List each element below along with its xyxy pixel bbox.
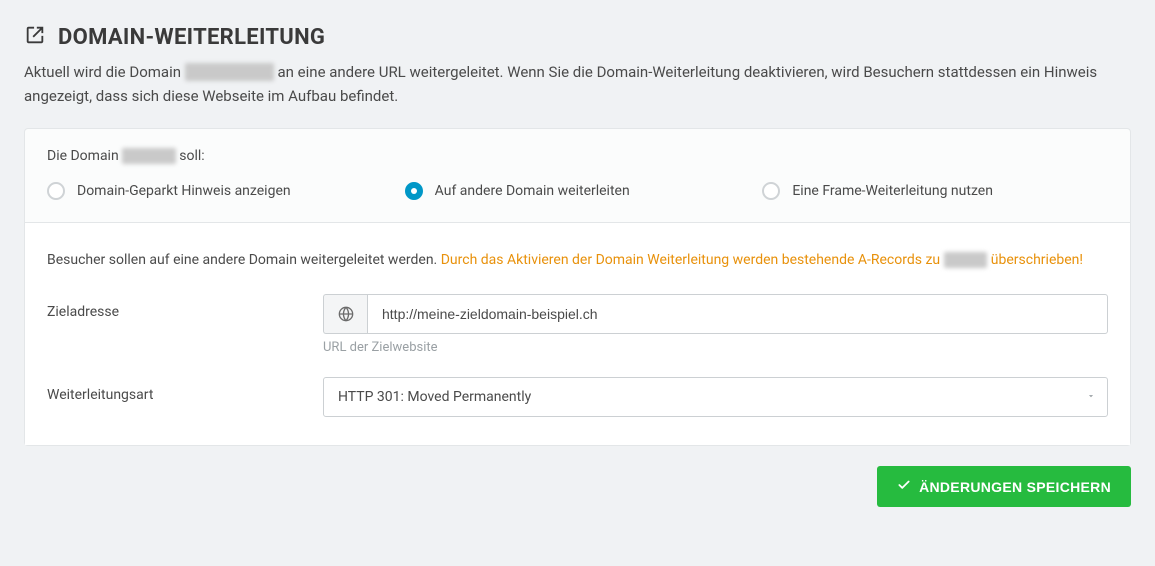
settings-card: Die Domain █████ soll: Domain-Geparkt Hi…	[24, 128, 1131, 446]
save-button-label: ÄNDERUNGEN SPEICHERN	[919, 479, 1111, 495]
page-container: DOMAIN-WEITERLEITUNG Aktuell wird die Do…	[0, 0, 1155, 535]
page-title: DOMAIN-WEITERLEITUNG	[58, 25, 325, 50]
radio-option-frame[interactable]: Eine Frame-Weiterleitung nutzen	[762, 182, 1108, 200]
radio-label-redirect[interactable]: Auf andere Domain weiterleiten	[435, 183, 630, 199]
radio-input-parked[interactable]	[47, 182, 65, 200]
share-icon	[24, 24, 46, 50]
desc-part1: Aktuell wird die Domain	[24, 63, 181, 81]
radio-input-redirect[interactable]	[405, 182, 423, 200]
actions-row: ÄNDERUNGEN SPEICHERN	[24, 446, 1131, 511]
warn-domain-redacted: ████	[944, 252, 988, 268]
target-address-row: Zieladresse URL der Zielwebsite	[47, 294, 1108, 355]
target-help-text: URL der Zielwebsite	[323, 340, 1108, 355]
desc-domain-redacted: ████████	[185, 63, 274, 81]
warn-part2: überschrieben!	[991, 252, 1083, 268]
target-address-input[interactable]	[367, 294, 1108, 334]
redirect-type-select[interactable]: HTTP 301: Moved Permanently	[323, 377, 1108, 417]
info-line: Besucher sollen auf eine andere Domain w…	[47, 251, 1108, 268]
page-header: DOMAIN-WEITERLEITUNG	[24, 24, 1131, 50]
radio-option-redirect[interactable]: Auf andere Domain weiterleiten	[405, 182, 751, 200]
prompt-domain-redacted: █████	[122, 148, 176, 164]
radio-group: Domain-Geparkt Hinweis anzeigen Auf ande…	[47, 182, 1108, 200]
card-options-section: Die Domain █████ soll: Domain-Geparkt Hi…	[25, 129, 1130, 222]
globe-icon	[323, 294, 367, 334]
check-icon	[897, 478, 911, 495]
redirect-type-select-wrap: HTTP 301: Moved Permanently	[323, 377, 1108, 417]
page-description: Aktuell wird die Domain ████████ an eine…	[24, 60, 1124, 108]
target-address-label: Zieladresse	[47, 294, 323, 320]
target-input-group	[323, 294, 1108, 334]
redirect-type-field: HTTP 301: Moved Permanently	[323, 377, 1108, 417]
radio-label-frame[interactable]: Eine Frame-Weiterleitung nutzen	[792, 183, 993, 199]
redirect-type-label: Weiterleitungsart	[47, 377, 323, 403]
redirect-type-row: Weiterleitungsart HTTP 301: Moved Perman…	[47, 377, 1108, 417]
warning-text: Durch das Aktivieren der Domain Weiterle…	[441, 252, 1083, 268]
card-form-section: Besucher sollen auf eine andere Domain w…	[25, 222, 1130, 445]
info-text: Besucher sollen auf eine andere Domain w…	[47, 252, 437, 268]
options-prompt: Die Domain █████ soll:	[47, 147, 1108, 164]
radio-label-parked[interactable]: Domain-Geparkt Hinweis anzeigen	[77, 183, 291, 199]
prompt-part2: soll:	[179, 148, 204, 164]
save-button[interactable]: ÄNDERUNGEN SPEICHERN	[877, 466, 1131, 507]
target-address-field: URL der Zielwebsite	[323, 294, 1108, 355]
redirect-type-value: HTTP 301: Moved Permanently	[338, 389, 531, 405]
prompt-part1: Die Domain	[47, 148, 119, 164]
radio-option-parked[interactable]: Domain-Geparkt Hinweis anzeigen	[47, 182, 393, 200]
radio-input-frame[interactable]	[762, 182, 780, 200]
warn-part1: Durch das Aktivieren der Domain Weiterle…	[441, 252, 940, 268]
